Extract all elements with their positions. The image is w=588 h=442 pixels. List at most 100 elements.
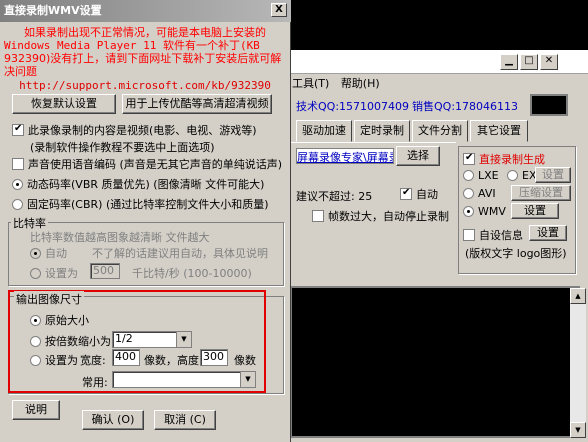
scale-radio[interactable]: 按倍数缩小为 <box>30 333 111 349</box>
bitrate-auto-label: 自动 <box>45 247 67 260</box>
recording-preview-area <box>290 286 580 438</box>
dialog-title: 直接录制WMV设置 X <box>0 0 291 22</box>
tab-driver-accel[interactable]: 驱动加速 <box>296 120 352 142</box>
checkbox-icon <box>463 152 475 165</box>
bitrate-set-label: 设置为 <box>45 267 78 280</box>
voice-codec-label: 声音使用语音编码 (声音是无其它声音的单纯说话声) <box>28 158 283 171</box>
checkbox-icon <box>463 229 475 241</box>
bitrate-set-radio[interactable]: 设置为 <box>30 265 78 281</box>
bitrate-value-input[interactable]: 500 <box>90 263 120 279</box>
width-input[interactable]: 400 <box>112 349 140 366</box>
radio-icon <box>12 179 23 190</box>
radio-icon <box>30 248 41 259</box>
checkbox-icon <box>400 187 412 200</box>
video-content-checkbox[interactable]: 此录像录制的内容是视频(电影、电视、游戏等) <box>12 122 257 138</box>
direct-wmv-label: 直接录制生成 <box>479 153 545 166</box>
format-wmv-label: WMV <box>478 205 506 218</box>
dialog-close-button[interactable]: X <box>271 3 287 17</box>
size-limit-label: 建议不超过: 25 <box>296 190 373 203</box>
scale-label: 按倍数缩小为 <box>45 335 111 348</box>
height-input[interactable]: 300 <box>200 349 228 366</box>
bitrate-hint: 比特率数值越高图象越清晰 文件越大 <box>30 231 210 244</box>
select-button[interactable]: 选择 <box>396 146 440 166</box>
notice-line: 决问题 <box>4 65 37 78</box>
copyright-note: (版权文字 logo图形) <box>465 247 567 260</box>
common-sizes-label: 常用: <box>82 376 108 389</box>
background-titlebar: ▁ □ ✕ <box>282 50 588 74</box>
radio-icon <box>30 315 41 326</box>
auto-checkbox[interactable]: 自动 <box>400 186 438 202</box>
restore-defaults-button[interactable]: 恢复默认设置 <box>12 94 116 114</box>
radio-icon <box>30 268 41 279</box>
format-panel: 直接录制生成 LXE EXE 设置 AVI 压缩设置 WMV 设置 自设信息 设… <box>458 146 576 274</box>
preview-box <box>530 94 568 116</box>
notice-line: Windows Media Player 11 软件有一个补丁(KB <box>4 39 260 52</box>
video-content-label: 此录像录制的内容是视频(电影、电视、游戏等) <box>28 124 257 137</box>
vbr-label: 动态码率(VBR 质量优先) (图像清晰 文件可能大) <box>27 178 265 191</box>
menu-tools[interactable]: 工具(T) <box>292 77 329 90</box>
background-window: ▁ □ ✕ 工具(T) 帮助(H) 技术QQ:1571007409 销售QQ:1… <box>282 50 588 442</box>
compress-settings-button[interactable]: 压缩设置 <box>511 185 571 201</box>
cancel-button[interactable]: 取消 (C) <box>154 410 216 430</box>
format-wmv-radio[interactable]: WMV <box>463 205 506 218</box>
notice-url: http://support.microsoft.com/kb/932390 <box>19 79 271 92</box>
video-content-note: (录制软件操作教程不要选中上面选项) <box>30 141 215 154</box>
custom-info-label: 自设信息 <box>479 229 523 242</box>
exe-settings-button[interactable]: 设置 <box>535 167 571 183</box>
custom-size-radio[interactable]: 设置为 <box>30 352 78 368</box>
save-path-field[interactable]: 屏幕录像专家\屏幕录像 <box>296 148 394 164</box>
minimize-button[interactable]: ▁ <box>500 54 518 70</box>
checkbox-icon <box>12 158 24 170</box>
custom-info-checkbox[interactable]: 自设信息 <box>463 227 523 243</box>
custom-info-settings-button[interactable]: 设置 <box>529 225 567 241</box>
wmv-settings-button[interactable]: 设置 <box>511 203 559 219</box>
scale-dropdown[interactable]: 1/2 ▼ <box>112 331 192 348</box>
ok-button[interactable]: 确认 (O) <box>82 410 144 430</box>
height-label: 像数，高度: <box>144 354 203 367</box>
chevron-down-icon[interactable]: ▼ <box>240 372 255 387</box>
radio-icon <box>507 170 518 181</box>
wmp-patch-notice: 如果录制出现不正常情况，可能是本电脑上安装的 Windows Media Pla… <box>4 26 286 92</box>
wmv-settings-dialog: 直接录制WMV设置 X 如果录制出现不正常情况，可能是本电脑上安装的 Windo… <box>0 0 291 442</box>
tab-scheduled[interactable]: 定时录制 <box>354 120 410 142</box>
notice-line: 如果录制出现不正常情况，可能是本电脑上安装的 <box>24 26 266 39</box>
help-button[interactable]: 说明 <box>12 400 60 420</box>
sales-qq-label: 销售QQ:178046113 <box>412 100 519 113</box>
menu-help[interactable]: 帮助(H) <box>341 77 380 90</box>
radio-icon <box>12 199 23 210</box>
dialog-title-text: 直接录制WMV设置 <box>4 4 102 17</box>
radio-icon <box>30 355 41 366</box>
auto-stop-label: 帧数过大，自动停止录制 <box>328 210 449 223</box>
custom-size-label: 设置为 <box>45 354 78 367</box>
tab-file-split[interactable]: 文件分割 <box>412 120 468 142</box>
scale-value: 1/2 <box>115 332 133 345</box>
scroll-up-icon[interactable]: ▲ <box>570 288 586 304</box>
checkbox-icon <box>12 123 24 136</box>
preview-scrollbar[interactable]: ▲ ▼ <box>570 288 586 438</box>
auto-label: 自动 <box>416 188 438 201</box>
close-button[interactable]: ✕ <box>540 54 558 70</box>
format-avi-label: AVI <box>478 187 496 200</box>
direct-wmv-checkbox[interactable]: 直接录制生成 <box>463 151 545 167</box>
auto-stop-checkbox[interactable]: 帧数过大，自动停止录制 <box>312 208 449 224</box>
cbr-label: 固定码率(CBR) (通过比特率控制文件大小和质量) <box>27 198 269 211</box>
voice-codec-checkbox[interactable]: 声音使用语音编码 (声音是无其它声音的单纯说话声) <box>12 156 282 172</box>
chevron-down-icon[interactable]: ▼ <box>176 332 191 347</box>
width-label: 宽度: <box>80 354 106 367</box>
cbr-radio[interactable]: 固定码率(CBR) (通过比特率控制文件大小和质量) <box>12 196 269 212</box>
upload-hd-button[interactable]: 用于上传优酷等高清超清视频 <box>122 94 272 114</box>
checkbox-icon <box>312 210 324 222</box>
format-lxe-radio[interactable]: LXE <box>463 169 499 182</box>
format-avi-radio[interactable]: AVI <box>463 187 496 200</box>
output-size-group-label: 输出图像尺寸 <box>14 291 84 307</box>
scroll-down-icon[interactable]: ▼ <box>570 422 586 438</box>
radio-icon <box>463 188 474 199</box>
format-lxe-label: LXE <box>478 169 499 182</box>
common-sizes-dropdown[interactable]: ▼ <box>112 371 256 388</box>
original-size-radio[interactable]: 原始大小 <box>30 312 89 328</box>
maximize-button[interactable]: □ <box>520 54 538 70</box>
vbr-radio[interactable]: 动态码率(VBR 质量优先) (图像清晰 文件可能大) <box>12 176 264 192</box>
bitrate-auto-radio[interactable]: 自动 <box>30 245 67 261</box>
radio-icon <box>463 206 474 217</box>
tab-other-settings[interactable]: 其它设置 <box>470 120 528 142</box>
